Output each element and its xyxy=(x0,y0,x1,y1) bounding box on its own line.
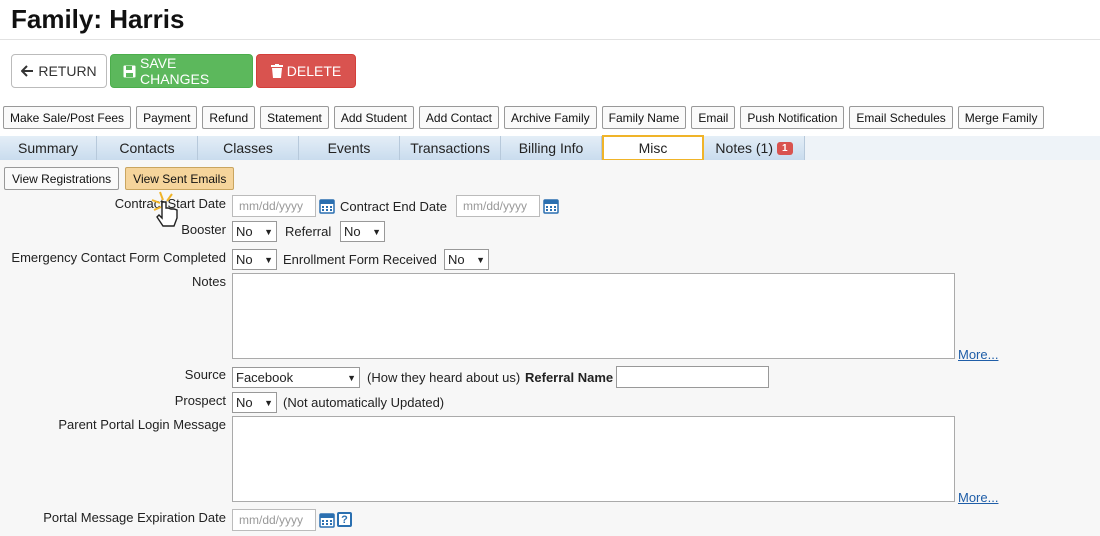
tab-contacts[interactable]: Contacts xyxy=(97,136,198,160)
source-select[interactable]: Facebook ▼ xyxy=(232,367,360,388)
add-contact-button[interactable]: Add Contact xyxy=(418,106,499,129)
notes-count-badge: 1 xyxy=(777,141,793,155)
tab-classes[interactable]: Classes xyxy=(198,136,299,160)
referral-value: No xyxy=(344,224,361,239)
referral-label: Referral xyxy=(285,224,332,239)
merge-family-button[interactable]: Merge Family xyxy=(957,106,1045,129)
tab-summary[interactable]: Summary xyxy=(0,136,97,160)
tab-notes-label: Notes (1) xyxy=(715,140,773,156)
portal-expiration-label: Portal Message Expiration Date xyxy=(43,510,226,525)
toolbar: Make Sale/Post Fees Payment Refund State… xyxy=(3,106,1045,129)
referral-name-input[interactable] xyxy=(616,366,769,388)
dropdown-arrow-icon: ▼ xyxy=(476,254,485,265)
prospect-label: Prospect xyxy=(174,393,226,408)
calendar-icon[interactable] xyxy=(319,512,335,528)
tab-bar: Summary Contacts Classes Events Transact… xyxy=(0,135,1100,161)
tab-transactions[interactable]: Transactions xyxy=(400,136,501,160)
calendar-icon[interactable] xyxy=(319,198,335,214)
dropdown-arrow-icon: ▼ xyxy=(264,254,273,265)
calendar-icon[interactable] xyxy=(543,198,559,214)
enrollment-form-select[interactable]: No ▼ xyxy=(444,249,489,270)
contract-end-label: Contract End Date xyxy=(340,199,447,214)
prospect-select[interactable]: No ▼ xyxy=(232,392,277,413)
referral-name-label: Referral Name xyxy=(525,370,614,385)
sub-actions: View Registrations View Sent Emails xyxy=(4,167,235,190)
title-bar: Family: Harris xyxy=(0,0,1100,40)
tab-notes[interactable]: Notes (1) 1 xyxy=(704,136,805,160)
notes-label: Notes xyxy=(192,274,226,289)
page-title: Family: Harris xyxy=(11,4,185,34)
emergency-contact-select[interactable]: No ▼ xyxy=(232,249,277,270)
portal-message-label: Parent Portal Login Message xyxy=(58,417,226,432)
emergency-contact-label: Emergency Contact Form Completed xyxy=(11,250,226,265)
refund-button[interactable]: Refund xyxy=(202,106,256,129)
notes-textarea[interactable] xyxy=(232,273,955,359)
source-hint: (How they heard about us) xyxy=(367,370,521,385)
booster-label: Booster xyxy=(181,222,226,237)
misc-panel: View Registrations View Sent Emails Cont… xyxy=(0,160,1100,536)
portal-message-textarea[interactable] xyxy=(232,416,955,502)
email-button[interactable]: Email xyxy=(691,106,736,129)
portal-expiration-input[interactable]: mm/dd/yyyy xyxy=(232,509,316,531)
push-notification-button[interactable]: Push Notification xyxy=(740,106,845,129)
prospect-value: No xyxy=(236,395,253,410)
add-student-button[interactable]: Add Student xyxy=(333,106,414,129)
source-label: Source xyxy=(184,367,226,382)
save-changes-label: SAVE CHANGES xyxy=(140,55,210,87)
arrow-left-icon xyxy=(21,65,34,77)
trash-icon xyxy=(270,64,283,78)
return-button[interactable]: RETURN xyxy=(11,54,107,88)
source-value: Facebook xyxy=(236,370,294,385)
tab-misc[interactable]: Misc xyxy=(602,135,704,161)
referral-select[interactable]: No ▼ xyxy=(340,221,385,242)
contract-start-input[interactable]: mm/dd/yyyy xyxy=(232,195,316,217)
make-sale-button[interactable]: Make Sale/Post Fees xyxy=(3,106,132,129)
view-sent-emails-button[interactable]: View Sent Emails xyxy=(125,167,235,190)
archive-family-button[interactable]: Archive Family xyxy=(503,106,597,129)
prospect-hint: (Not automatically Updated) xyxy=(283,395,445,410)
payment-button[interactable]: Payment xyxy=(136,106,198,129)
enrollment-form-value: No xyxy=(448,252,465,267)
family-name-button[interactable]: Family Name xyxy=(601,106,687,129)
dropdown-arrow-icon: ▼ xyxy=(372,226,381,237)
action-row: RETURN SAVE CHANGES DELETE xyxy=(11,54,356,88)
dropdown-arrow-icon: ▼ xyxy=(264,226,273,237)
dropdown-arrow-icon: ▼ xyxy=(347,372,356,383)
tab-events[interactable]: Events xyxy=(299,136,400,160)
notes-more-link[interactable]: More... xyxy=(958,347,998,362)
delete-button[interactable]: DELETE xyxy=(256,54,356,88)
booster-value: No xyxy=(236,224,253,239)
delete-label: DELETE xyxy=(286,63,342,79)
emergency-contact-value: No xyxy=(236,252,253,267)
email-schedules-button[interactable]: Email Schedules xyxy=(849,106,953,129)
enrollment-form-label: Enrollment Form Received xyxy=(283,252,437,267)
booster-select[interactable]: No ▼ xyxy=(232,221,277,242)
dropdown-arrow-icon: ▼ xyxy=(264,397,273,408)
statement-button[interactable]: Statement xyxy=(260,106,329,129)
return-label: RETURN xyxy=(38,63,97,79)
save-changes-button[interactable]: SAVE CHANGES xyxy=(110,54,253,88)
floppy-disk-icon xyxy=(123,65,136,78)
view-registrations-button[interactable]: View Registrations xyxy=(4,167,120,190)
pointer-hand-icon xyxy=(150,190,184,230)
portal-message-more-link[interactable]: More... xyxy=(958,490,998,505)
help-icon[interactable]: ? xyxy=(337,512,352,527)
contract-end-input[interactable]: mm/dd/yyyy xyxy=(456,195,540,217)
tab-billing-info[interactable]: Billing Info xyxy=(501,136,602,160)
